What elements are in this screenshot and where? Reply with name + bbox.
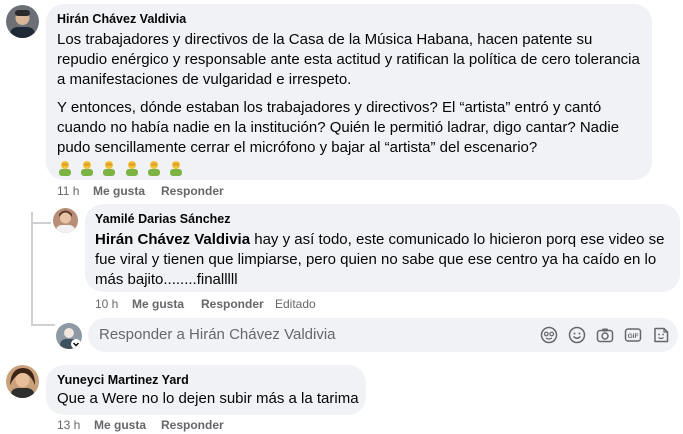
comment-paragraph: Los trabajadores y directivos de la Casa… [57,31,640,88]
comment-author[interactable]: Yuneyci Martinez Yard [57,373,189,387]
like-button[interactable]: Me gusta [132,297,184,311]
comment-actions: 11 h Me gusta Responder [57,184,257,200]
comment-actions: 10 h Me gusta Responder Editado [95,297,355,313]
comment-author[interactable]: Yamilé Darias Sánchez [95,212,231,226]
thread-connector [31,324,55,326]
comment-paragraph: Y entonces, dónde estaban los trabajador… [57,99,620,156]
facepalm-emoji-icon [101,160,117,176]
comment-text: Que a Were no lo dejen subir más a la ta… [57,390,359,407]
facepalm-emoji-icon [79,160,95,176]
reply-button[interactable]: Responder [201,297,264,311]
avatar[interactable] [6,365,39,398]
gif-icon[interactable]: GIF [624,326,642,344]
facepalm-emoji-icon [168,160,184,176]
like-button[interactable]: Me gusta [93,184,145,198]
thread-line [31,212,33,324]
comment-timestamp[interactable]: 13 h [57,418,80,432]
comment-timestamp[interactable]: 11 h [57,184,79,198]
emoji-line [57,160,644,180]
emoji-icon[interactable] [568,326,586,344]
avatar[interactable] [53,208,78,233]
comment-text: Hirán Chávez Valdivia hay y así todo, es… [95,230,675,290]
avatar[interactable] [6,5,39,38]
facepalm-emoji-icon [57,160,73,176]
reply-button[interactable]: Responder [161,184,224,198]
edited-label[interactable]: Editado [275,297,316,311]
current-user-avatar[interactable] [56,323,82,349]
comment-text: Los trabajadores y directivos de la Casa… [57,30,644,180]
sticker-icon[interactable] [652,326,670,344]
avatar-sticker-icon[interactable] [540,326,558,344]
thread-connector [31,222,51,224]
like-button[interactable]: Me gusta [94,418,146,432]
comment-actions: 13 h Me gusta Responder [57,418,257,434]
mention-link[interactable]: Hirán Chávez Valdivia [95,231,250,248]
comment-timestamp[interactable]: 10 h [95,297,118,311]
facepalm-emoji-icon [124,160,140,176]
comment-author[interactable]: Hirán Chávez Valdivia [57,12,186,26]
facepalm-emoji-icon [146,160,162,176]
reply-button[interactable]: Responder [161,418,224,432]
reply-placeholder[interactable]: Responder a Hirán Chávez Valdivia [99,326,336,343]
camera-icon[interactable] [596,326,614,344]
svg-text:GIF: GIF [628,333,639,340]
